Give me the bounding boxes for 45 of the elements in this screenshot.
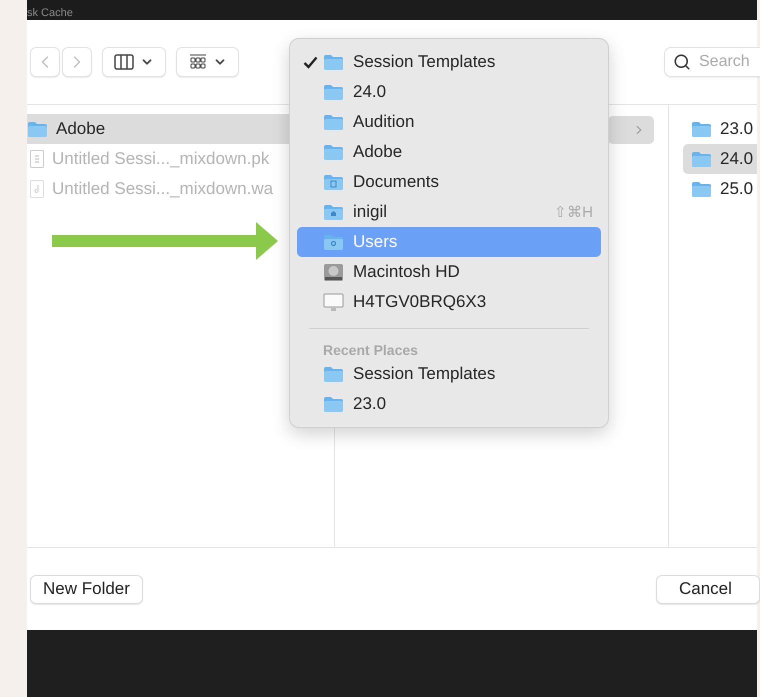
folder-icon [323, 144, 344, 160]
folder-icon [323, 114, 344, 130]
menu-item[interactable]: H4TGV0BRQ6X3 [297, 287, 601, 317]
section-header: Recent Places [322, 340, 419, 359]
list-row[interactable]: 25.0 [683, 174, 757, 204]
folder-icon [323, 84, 344, 100]
folder-icon [691, 150, 712, 168]
file-icon [30, 150, 44, 168]
folder-icon [691, 120, 712, 138]
list-row[interactable]: 23.0 [683, 114, 757, 144]
audio-file-icon [30, 180, 44, 198]
menu-item[interactable]: Session Templates [297, 47, 601, 77]
menu-item[interactable]: 23.0 [297, 389, 601, 419]
grid-icon [188, 54, 206, 70]
list-row[interactable]: 24.0 [683, 144, 757, 174]
row-label: 25.0 [720, 179, 754, 199]
search-field[interactable]: Search [664, 47, 760, 77]
row-label: 24.0 [720, 149, 754, 169]
columns-icon [114, 54, 134, 70]
home-folder-icon [323, 204, 344, 220]
folder-icon [323, 366, 344, 382]
row-label: Untitled Sessi..._mixdown.wa [52, 179, 274, 199]
group-button[interactable] [176, 47, 239, 77]
list-row[interactable] [608, 116, 654, 144]
window-title: sk Cache [27, 7, 73, 20]
hard-drive-icon [323, 262, 344, 282]
forward-button[interactable] [62, 47, 92, 77]
row-label: Untitled Sessi..._mixdown.pk [52, 149, 270, 169]
cancel-button[interactable]: Cancel [656, 574, 760, 604]
search-icon [673, 53, 691, 71]
menu-item[interactable]: Macintosh HD [297, 257, 601, 287]
row-label: 23.0 [720, 119, 754, 139]
back-button[interactable] [30, 47, 60, 77]
folder-icon [323, 54, 344, 70]
folder-icon [27, 120, 48, 138]
folder-icon [323, 396, 344, 412]
monitor-icon [323, 292, 344, 312]
view-mode-button[interactable] [102, 47, 166, 77]
folder-icon [691, 180, 712, 198]
menu-item[interactable]: 24.0 [297, 77, 601, 107]
users-folder-icon [323, 234, 344, 250]
row-label: Adobe [56, 119, 106, 139]
menu-item[interactable]: Session Templates [297, 359, 601, 389]
documents-folder-icon [323, 174, 344, 190]
new-folder-button[interactable]: New Folder [30, 574, 143, 604]
